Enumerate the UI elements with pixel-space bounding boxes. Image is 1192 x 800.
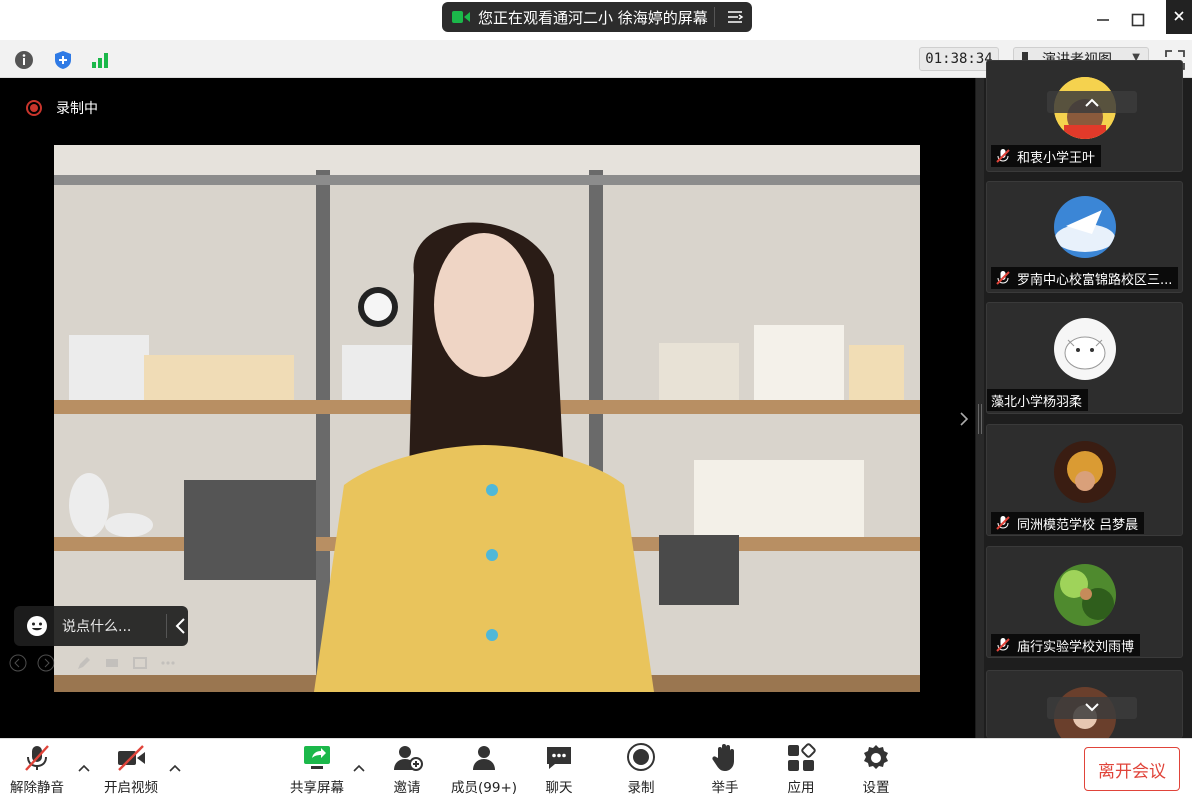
- next-icon[interactable]: [36, 653, 56, 673]
- start-video-label: 开启视频: [104, 780, 158, 796]
- record-button[interactable]: 录制: [625, 742, 657, 796]
- record-label: 录制: [627, 780, 655, 796]
- settings-button[interactable]: 设置: [860, 742, 892, 796]
- participant-name-tag: 庙行实验学校刘雨博: [991, 634, 1141, 656]
- participant-name-tag: 罗南中心校富锦路校区三...: [991, 267, 1179, 289]
- invite-button[interactable]: 邀请: [391, 742, 423, 796]
- chevron-up-icon: [1085, 98, 1099, 107]
- chat-placeholder: 说点什么...: [62, 619, 132, 635]
- share-screen-label: 共享屏幕: [290, 780, 344, 796]
- audio-options-chevron-up-icon[interactable]: [76, 760, 92, 776]
- video-options-chevron-up-icon[interactable]: [167, 760, 183, 776]
- scroll-up-button[interactable]: [1047, 91, 1137, 113]
- mic-muted-icon: [996, 638, 1010, 652]
- chevron-right-icon[interactable]: [955, 408, 973, 430]
- mic-muted-icon: [996, 516, 1010, 530]
- unmute-button[interactable]: 解除静音: [10, 742, 64, 796]
- video-off-icon: [118, 745, 145, 771]
- camera-icon: [452, 11, 470, 23]
- raise-hand-label: 举手: [711, 780, 739, 796]
- close-icon[interactable]: [1166, 0, 1192, 34]
- banner-menu-icon[interactable]: [726, 8, 744, 26]
- participant-name: 同洲模范学校 吕梦晨: [1017, 517, 1139, 533]
- record-dot-icon: [26, 100, 42, 116]
- annotation-toolbar: [0, 648, 975, 678]
- start-video-button[interactable]: 开启视频: [104, 742, 158, 796]
- raise-hand-button[interactable]: 举手: [709, 742, 741, 796]
- security-shield-icon[interactable]: [51, 48, 75, 72]
- more-icon[interactable]: [158, 653, 178, 673]
- share-banner[interactable]: 您正在观看通河二小 徐海婷的屏幕: [442, 2, 752, 32]
- chat-icon: [547, 747, 571, 769]
- scroll-down-button[interactable]: [1047, 697, 1137, 719]
- participant-name-tag: 藻北小学杨羽柔: [987, 389, 1089, 411]
- mic-muted-icon: [25, 745, 49, 771]
- chat-button[interactable]: 聊天: [543, 742, 575, 796]
- recording-indicator: 录制中: [26, 98, 98, 118]
- participant-tile[interactable]: 和衷小学王叶: [986, 60, 1183, 172]
- invite-user-icon: [394, 746, 423, 771]
- participant-tile[interactable]: 藻北小学杨羽柔: [986, 302, 1183, 414]
- pen-icon[interactable]: [74, 653, 94, 673]
- share-screen-icon: [304, 746, 330, 769]
- share-screen-button[interactable]: 共享屏幕: [290, 742, 344, 796]
- apps-label: 应用: [787, 780, 815, 796]
- info-icon[interactable]: [12, 48, 36, 72]
- emoji-icon[interactable]: [26, 615, 48, 637]
- eraser-icon[interactable]: [102, 653, 122, 673]
- avatar: [1054, 196, 1116, 258]
- participant-name-tag: 同洲模范学校 吕梦晨: [991, 512, 1145, 534]
- maximize-icon[interactable]: [1124, 8, 1152, 32]
- divider: [166, 614, 167, 638]
- record-icon: [627, 743, 655, 771]
- mic-muted-icon: [996, 271, 1010, 285]
- participant-tile[interactable]: 罗南中心校富锦路校区三...: [986, 181, 1183, 293]
- raise-hand-icon: [712, 744, 734, 771]
- avatar: [1054, 564, 1116, 626]
- apps-button[interactable]: 应用: [785, 742, 817, 796]
- participant-tile[interactable]: 同洲模范学校 吕梦晨: [986, 424, 1183, 536]
- chat-label: 聊天: [545, 780, 573, 796]
- participant-name: 藻北小学杨羽柔: [991, 394, 1083, 410]
- settings-label: 设置: [862, 780, 890, 796]
- participant-name: 和衷小学王叶: [1017, 150, 1096, 166]
- avatar: [1054, 441, 1116, 503]
- participant-tile[interactable]: [986, 670, 1183, 749]
- chat-input-bubble[interactable]: 说点什么...: [14, 606, 188, 646]
- shape-icon[interactable]: [130, 653, 150, 673]
- members-icon: [473, 746, 496, 770]
- chevron-down-icon: [1085, 703, 1099, 712]
- divider: [714, 7, 715, 27]
- participant-name: 庙行实验学校刘雨博: [1017, 639, 1135, 655]
- participant-name: 罗南中心校富锦路校区三...: [1017, 272, 1173, 288]
- members-label: 成员(99+): [451, 780, 518, 796]
- share-options-chevron-up-icon[interactable]: [351, 760, 367, 776]
- share-banner-text: 您正在观看通河二小 徐海婷的屏幕: [478, 8, 708, 27]
- leave-meeting-button[interactable]: 离开会议: [1084, 747, 1180, 791]
- mic-muted-icon: [996, 149, 1010, 163]
- participant-name-tag: 和衷小学王叶: [991, 145, 1102, 167]
- splitter-grip-icon[interactable]: [978, 404, 982, 434]
- chevron-left-icon[interactable]: [174, 616, 188, 636]
- invite-label: 邀请: [393, 780, 421, 796]
- signal-strength-icon[interactable]: [88, 48, 112, 72]
- prev-icon[interactable]: [8, 653, 28, 673]
- unmute-label: 解除静音: [10, 780, 64, 796]
- members-button[interactable]: 成员(99+): [451, 742, 517, 796]
- participant-tile[interactable]: 庙行实验学校刘雨博: [986, 546, 1183, 658]
- apps-grid-icon: [788, 743, 816, 771]
- avatar: [1054, 318, 1116, 380]
- recording-label: 录制中: [56, 101, 98, 117]
- minimize-icon[interactable]: [1089, 8, 1117, 32]
- gear-icon: [864, 745, 888, 769]
